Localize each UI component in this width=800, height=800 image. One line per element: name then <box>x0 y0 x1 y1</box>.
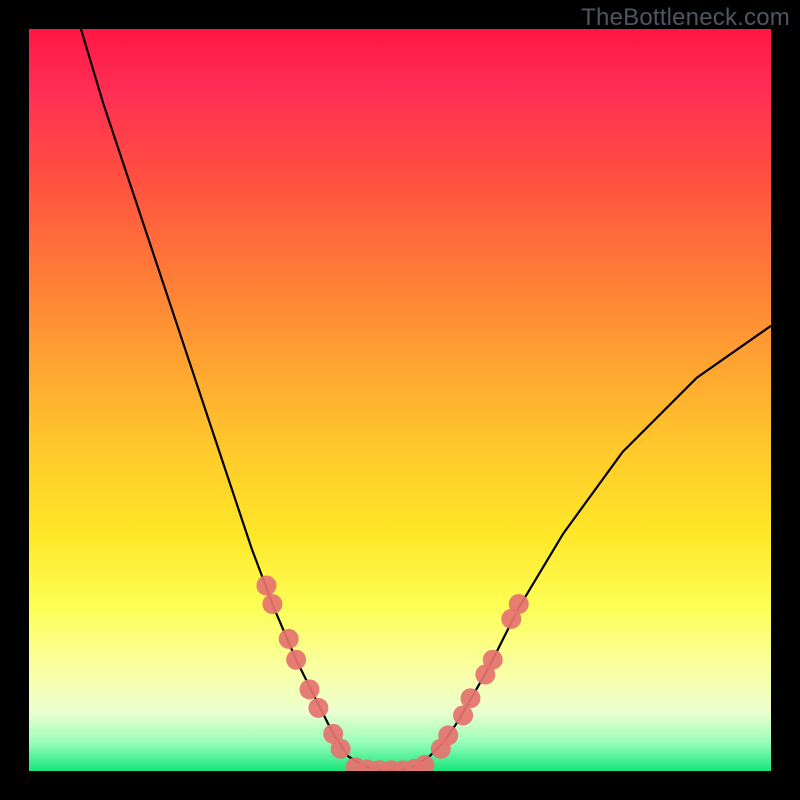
marker-dot <box>331 739 351 759</box>
marker-dot <box>414 755 434 771</box>
marker-dot <box>438 725 458 745</box>
marker-dot <box>460 688 480 708</box>
data-markers <box>256 576 528 772</box>
marker-dot <box>453 705 473 725</box>
chart-frame: TheBottleneck.com <box>0 0 800 800</box>
marker-dot <box>299 679 319 699</box>
bottleneck-curve <box>81 29 771 770</box>
marker-dot <box>262 594 282 614</box>
marker-dot <box>286 650 306 670</box>
marker-dot <box>256 576 276 596</box>
marker-dot <box>509 594 529 614</box>
marker-dot <box>308 698 328 718</box>
chart-svg <box>29 29 771 771</box>
marker-dot <box>279 629 299 649</box>
chart-plot-area <box>29 29 771 771</box>
watermark-text: TheBottleneck.com <box>581 4 790 32</box>
marker-dot <box>483 650 503 670</box>
